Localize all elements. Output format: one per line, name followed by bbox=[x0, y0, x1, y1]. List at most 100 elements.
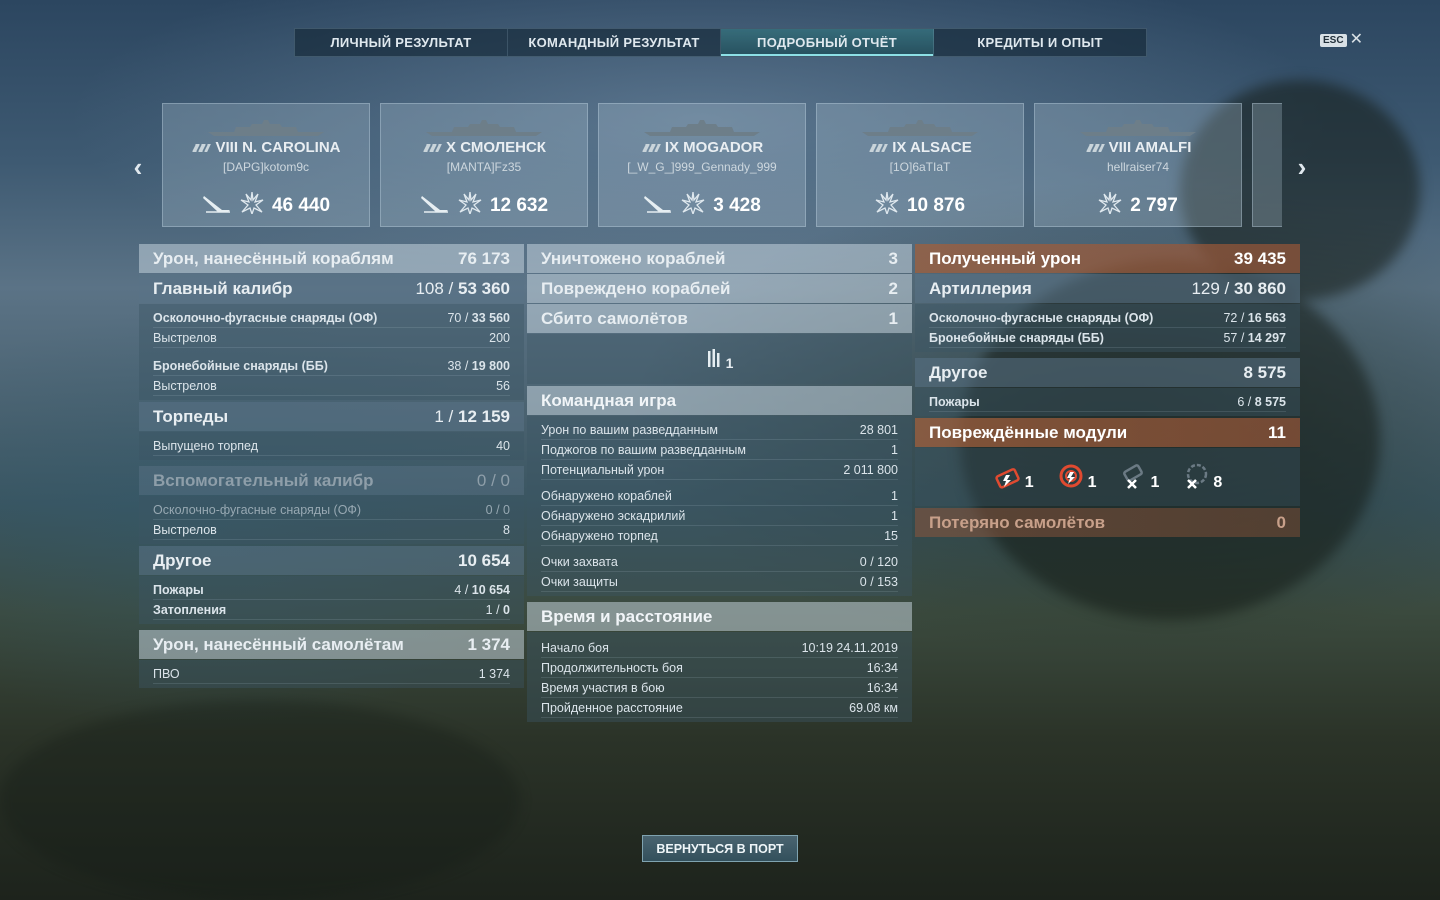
other-damage-details: Пожары 4 / 10 654 Затопления 1 / 0 bbox=[139, 576, 524, 624]
esc-key-label: ESC bbox=[1320, 33, 1347, 47]
module-count: 1 bbox=[1087, 474, 1097, 491]
ship-name: VIII AMALFI bbox=[1035, 139, 1241, 156]
damage-received-header: Полученный урон 39 435 bbox=[915, 244, 1300, 273]
participation-time-row: Время участия в бою 16:34 bbox=[541, 678, 898, 698]
ship-damage-value: 12 632 bbox=[489, 195, 549, 216]
received-ap-row: Бронебойные снаряды (ББ) 57 / 14 297 bbox=[929, 328, 1286, 348]
distance-row: Пройденное расстояние 69.08 км bbox=[541, 698, 898, 718]
ship-damage-value: 46 440 bbox=[271, 195, 331, 216]
damaged-modules-list: 1 1 1 8 bbox=[915, 448, 1300, 506]
other-received-details: Пожары 6 / 8 575 bbox=[915, 388, 1300, 416]
ship-silhouette-icon bbox=[426, 120, 542, 136]
ship-card[interactable]: IX ALSACE [1O]6aTIaT 10 876 bbox=[816, 103, 1024, 227]
ship-sunk-icon bbox=[420, 192, 450, 220]
spotting-fires-row: Поджогов по вашим разведданным 1 bbox=[541, 440, 898, 460]
damage-burst-icon bbox=[240, 191, 264, 220]
ship-card[interactable]: VIII AMALFI hellraiser74 2 797 bbox=[1034, 103, 1242, 227]
floods-row: Затопления 1 / 0 bbox=[153, 600, 510, 620]
steering-module-icon bbox=[1059, 464, 1083, 488]
ship-card[interactable]: VIII N. CAROLINA [DAPG]kotom9c 46 440 bbox=[162, 103, 370, 227]
module-count: 1 bbox=[1150, 474, 1160, 491]
main-battery-details: Осколочно-фугасные снаряды (ОФ) 70 / 33 5… bbox=[139, 304, 524, 400]
player-name: [DAPG]kotom9c bbox=[222, 160, 310, 174]
spotting-damage-row: Урон по вашим разведданным 28 801 bbox=[541, 420, 898, 440]
ship-damage-stats: 3 428 bbox=[599, 191, 805, 220]
ship-card-partial[interactable] bbox=[1252, 103, 1282, 227]
carousel-prev-button[interactable]: ‹ bbox=[128, 152, 148, 183]
he-shots-row: Выстрелов 200 bbox=[153, 328, 510, 348]
ship-class-icon bbox=[420, 144, 442, 153]
module-count: 8 bbox=[1213, 474, 1223, 491]
capture-points-row: Очки захвата 0 / 120 bbox=[541, 552, 898, 572]
player-name: [1O]6aTIaT bbox=[889, 160, 951, 174]
damage-received-panel: Полученный урон 39 435 Артиллерия 129 / 30… bbox=[915, 244, 1300, 538]
main-battery-module-icon bbox=[995, 468, 1020, 489]
battle-summary-panel: Уничтожено кораблей 3 Повреждено кораблей… bbox=[527, 244, 912, 724]
tab-credits-xp[interactable]: КРЕДИТЫ И ОПЫТ bbox=[934, 29, 1146, 56]
close-button[interactable]: ESC ✕ bbox=[1320, 32, 1363, 48]
fires-row: Пожары 4 / 10 654 bbox=[153, 580, 510, 600]
carousel-next-button[interactable]: › bbox=[1292, 152, 1312, 183]
other-received-header: Другое 8 575 bbox=[915, 358, 1300, 387]
he-shells-row: Осколочно-фугасные снаряды (ОФ) 70 / 33 5… bbox=[153, 308, 510, 328]
module-count: 1 bbox=[1024, 474, 1034, 491]
ships-damaged-header: Повреждено кораблей 2 bbox=[527, 274, 912, 303]
ship-name: X СМОЛЕНСК bbox=[381, 139, 587, 156]
ship-class-icon bbox=[1082, 144, 1105, 153]
ap-shells-row: Бронебойные снаряды (ББ) 38 / 19 800 bbox=[153, 356, 510, 376]
ship-sunk-icon bbox=[202, 192, 232, 220]
return-to-port-button[interactable]: ВЕРНУТЬСЯ В ПОРТ bbox=[642, 835, 798, 862]
damage-burst-icon bbox=[458, 191, 482, 220]
player-name: hellraiser74 bbox=[1106, 160, 1170, 174]
module-item: 8 bbox=[1181, 462, 1222, 492]
spotted-squadrons-row: Обнаружено эскадрилий 1 bbox=[541, 506, 898, 526]
battle-start-row: Начало боя 10:19 24.11.2019 bbox=[541, 638, 898, 658]
torpedoes-header: Торпеды 1 / 12 159 bbox=[139, 402, 524, 431]
player-name: [_W_G_]999_Gennady_999 bbox=[627, 160, 777, 174]
ship-name: IX ALSACE bbox=[817, 139, 1023, 156]
planes-shot-down-details: 1 bbox=[527, 334, 912, 384]
ship-card[interactable]: IX MOGADOR [_W_G_]999_Gennady_999 3 428 bbox=[598, 103, 806, 227]
torpedoes-launched-row: Выпущено торпед 40 bbox=[153, 436, 510, 456]
aa-module-icon bbox=[1187, 463, 1208, 489]
damage-burst-icon bbox=[875, 191, 899, 220]
ship-damage-stats: 46 440 bbox=[163, 191, 369, 220]
ship-silhouette-icon bbox=[862, 120, 978, 136]
module-item: 1 bbox=[993, 462, 1034, 492]
ship-carousel: VIII N. CAROLINA [DAPG]kotom9c 46 440 X СМО… bbox=[162, 103, 1282, 227]
chevron-right-icon: › bbox=[1297, 152, 1307, 182]
team-play-details: Урон по вашим разведданным 28 801 Поджого… bbox=[527, 416, 912, 596]
planes-lost-header: Потеряно самолётов 0 bbox=[915, 508, 1300, 537]
ship-name: VIII N. CAROLINA bbox=[163, 139, 369, 156]
other-damage-header: Другое 10 654 bbox=[139, 546, 524, 575]
tab-team[interactable]: КОМАНДНЫЙ РЕЗУЛЬТАТ bbox=[508, 29, 721, 56]
damage-to-planes-header: Урон, нанесённый самолётам 1 374 bbox=[139, 630, 524, 659]
ship-sunk-icon bbox=[643, 192, 673, 220]
chevron-left-icon: ‹ bbox=[133, 152, 143, 182]
ships-destroyed-header: Уничтожено кораблей 3 bbox=[527, 244, 912, 273]
close-icon: ✕ bbox=[1349, 31, 1363, 48]
secondary-battery-header: Вспомогательный калибр 0 / 0 bbox=[139, 466, 524, 495]
artillery-received-header: Артиллерия 129 / 30 860 bbox=[915, 274, 1300, 303]
secondary-he-row: Осколочно-фугасные снаряды (ОФ) 0 / 0 bbox=[153, 500, 510, 520]
ship-damage-stats: 12 632 bbox=[381, 191, 587, 220]
torpedoes-details: Выпущено торпед 40 bbox=[139, 432, 524, 460]
tab-detailed-report[interactable]: ПОДРОБНЫЙ ОТЧЁТ bbox=[721, 29, 934, 56]
player-name: [MANTA]Fz35 bbox=[446, 160, 522, 174]
background-foliage bbox=[0, 700, 520, 900]
ship-name: IX MOGADOR bbox=[599, 139, 805, 156]
ship-damage-value: 2 797 bbox=[1130, 195, 1178, 216]
ship-card[interactable]: X СМОЛЕНСК [MANTA]Fz35 12 632 bbox=[380, 103, 588, 227]
damage-burst-icon bbox=[681, 191, 705, 220]
ship-damage-stats: 2 797 bbox=[1035, 191, 1241, 220]
damage-burst-icon bbox=[1098, 191, 1122, 220]
spotted-ships-row: Обнаружено кораблей 1 bbox=[541, 486, 898, 506]
tab-personal[interactable]: ЛИЧНЫЙ РЕЗУЛЬТАТ bbox=[295, 29, 508, 56]
damage-to-ships-header: Урон, нанесённый кораблям 76 173 bbox=[139, 244, 524, 273]
damage-to-planes-details: ПВО 1 374 bbox=[139, 660, 524, 688]
plane-squadron-icon bbox=[707, 349, 720, 367]
ship-damage-value: 3 428 bbox=[713, 195, 761, 216]
artillery-received-details: Осколочно-фугасные снаряды (ОФ) 72 / 16 5… bbox=[915, 304, 1300, 352]
ap-shots-row: Выстрелов 56 bbox=[153, 376, 510, 396]
secondary-battery-details: Осколочно-фугасные снаряды (ОФ) 0 / 0 Выс… bbox=[139, 496, 524, 544]
